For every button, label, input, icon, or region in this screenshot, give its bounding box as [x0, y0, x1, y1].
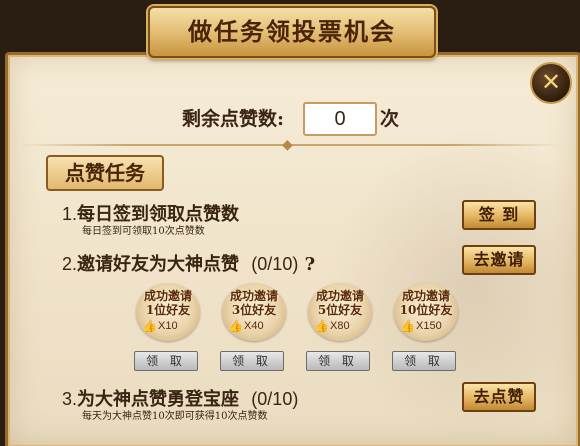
- task-2-number: 2.: [62, 254, 78, 274]
- task-2-title: 2.邀请好友为大神点赞 (0/10) ?: [62, 250, 315, 276]
- close-button[interactable]: ✕: [530, 62, 572, 104]
- reward-4-multiplier: X150: [416, 320, 442, 332]
- task-3-number: 3.: [62, 389, 78, 409]
- thumbs-up-icon: 👍: [314, 319, 329, 333]
- dialog-title: 做任务领投票机会: [188, 17, 396, 46]
- reward-badge-4: 成功邀请 10位好友 👍 X150: [394, 283, 458, 341]
- remaining-likes-value: 0: [303, 102, 377, 136]
- remaining-likes-label: 剩余点赞数:: [182, 108, 285, 130]
- invite-button[interactable]: 去邀请: [462, 245, 536, 275]
- thumbs-up-icon: 👍: [400, 319, 415, 333]
- reward-2-line2: 3位好友: [231, 303, 277, 317]
- reward-badge-2: 成功邀请 3位好友 👍 X40: [222, 283, 286, 341]
- thumbs-up-icon: 👍: [228, 319, 243, 333]
- section-tag-like-tasks: 点赞任务: [46, 155, 164, 191]
- task-3-progress: (0/10): [251, 389, 299, 409]
- task-1-description: 每日签到可领取10次点赞数: [82, 226, 205, 237]
- go-like-button[interactable]: 去点赞: [462, 382, 536, 412]
- thumbs-up-icon: 👍: [142, 319, 157, 333]
- background-character-art: [318, 115, 578, 446]
- reward-badge-3: 成功邀请 5位好友 👍 X80: [308, 283, 372, 341]
- reward-3-line2: 5位好友: [317, 303, 363, 317]
- task-2-text: 邀请好友为大神点赞: [77, 254, 240, 275]
- task-2-progress: (0/10): [251, 254, 299, 274]
- claim-button-4[interactable]: 领 取: [392, 351, 456, 371]
- reward-1-multiplier: X10: [158, 320, 178, 332]
- reward-3-multiplier: X80: [330, 320, 350, 332]
- task-3-description: 每天为大神点赞10次即可获得10次点赞数: [82, 411, 268, 422]
- reward-1-line2: 1位好友: [145, 303, 191, 317]
- task-1-number: 1.: [62, 204, 78, 224]
- sign-in-button[interactable]: 签 到: [462, 200, 536, 230]
- reward-badge-1: 成功邀请 1位好友 👍 X10: [136, 283, 200, 341]
- help-icon[interactable]: ?: [305, 254, 316, 275]
- divider-ornament-icon: ◆: [282, 137, 293, 153]
- reward-2-multiplier: X40: [244, 320, 264, 332]
- reward-4-line2: 10位好友: [399, 303, 453, 317]
- remaining-likes-unit: 次: [380, 108, 400, 130]
- vote-task-dialog: 做任务领投票机会 ✕ 剩余点赞数: 0 次 ◆ 点赞任务 1.每日签到领取点赞数…: [0, 0, 580, 446]
- close-icon: ✕: [540, 68, 562, 96]
- claim-button-3[interactable]: 领 取: [306, 351, 370, 371]
- title-plate: 做任务领投票机会: [148, 6, 436, 58]
- claim-button-2[interactable]: 领 取: [220, 351, 284, 371]
- claim-button-1[interactable]: 领 取: [134, 351, 198, 371]
